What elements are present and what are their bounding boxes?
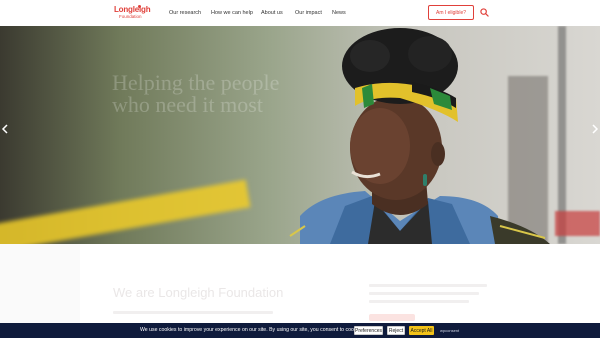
eligibility-button[interactable]: Am I eligible? [428,5,474,20]
nav-about-us[interactable]: About us [261,10,283,16]
logo[interactable]: Longleigh Foundation [114,5,151,21]
cookie-reject-button[interactable]: Reject [387,326,405,335]
cookie-message: We use cookies to improve your experienc… [140,327,365,333]
logo-dot [138,5,141,8]
chevron-left-icon[interactable] [0,123,10,135]
nav-our-research[interactable]: Our research [169,10,201,16]
chevron-right-icon[interactable] [590,123,600,135]
cookie-preferences-button[interactable]: Preferences [354,326,383,335]
cookie-brand: wpconsent [440,328,460,333]
intro-heading: We are Longleigh Foundation [113,285,284,300]
site-header: Longleigh Foundation Our research How we… [0,0,600,26]
search-icon[interactable] [480,8,489,17]
nav-news[interactable]: News [332,10,346,16]
intro-section: We are Longleigh Foundation [0,244,600,324]
intro-link[interactable] [369,314,415,321]
nav-how-we-can-help[interactable]: How we can help [211,10,253,16]
hero-title: Helping the people who need it most [112,70,280,117]
cookie-accept-button[interactable]: Accept All [409,326,434,335]
cookie-banner: We use cookies to improve your experienc… [0,323,600,338]
hero-carousel: Helping the people who need it most [0,26,600,244]
logo-name: Longleigh [114,5,151,14]
nav-our-impact[interactable]: Our impact [295,10,322,16]
hero-image-woman [289,28,550,244]
logo-subtitle: Foundation [119,14,142,19]
